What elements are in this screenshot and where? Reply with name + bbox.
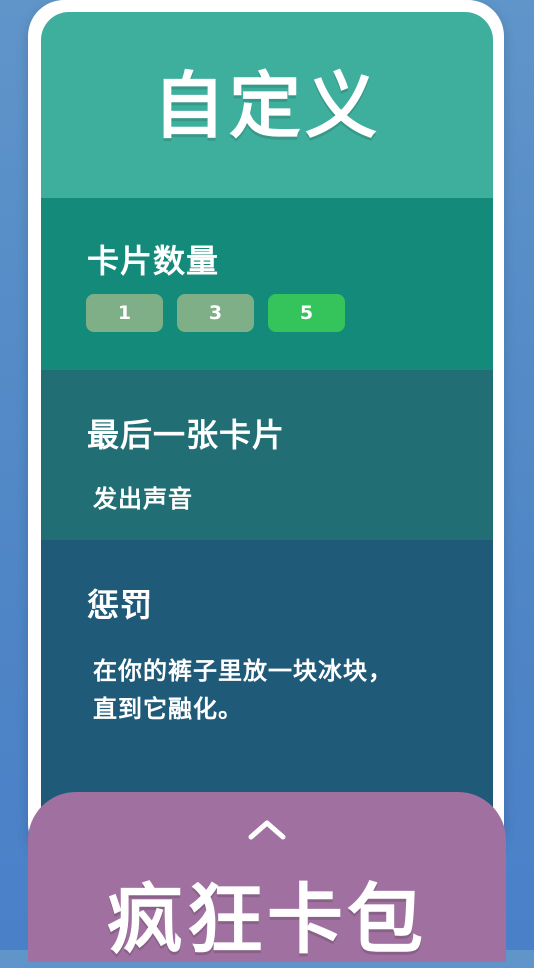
last-card-title: 最后一张卡片 — [87, 416, 286, 454]
page-title: 自定义 — [152, 63, 381, 148]
penalty-text-line2: 直到它融化。 — [93, 695, 243, 723]
card-count-option-5[interactable]: 5 — [268, 294, 345, 332]
bottom-sheet[interactable]: 疯狂卡包 — [28, 792, 506, 964]
penalty-text-line1: 在你的裤子里放一块冰块， — [93, 657, 393, 685]
card-count-option-3[interactable]: 3 — [177, 294, 254, 332]
deck-title: 疯狂卡包 — [107, 875, 427, 964]
card-count-option-1[interactable]: 1 — [86, 294, 163, 332]
card-count-section: 卡片数量 1 3 5 — [41, 198, 493, 370]
card-count-options: 1 3 5 — [86, 294, 345, 332]
card-count-title: 卡片数量 — [87, 242, 220, 280]
last-card-section[interactable]: 最后一张卡片 发出声音 — [41, 370, 493, 540]
penalty-text: 在你的裤子里放一块冰块， 直到它融化。 — [93, 652, 473, 728]
penalty-title: 惩罚 — [87, 586, 154, 624]
last-card-value: 发出声音 — [93, 485, 193, 513]
chevron-up-icon[interactable] — [247, 818, 287, 840]
header: 自定义 — [41, 12, 493, 198]
